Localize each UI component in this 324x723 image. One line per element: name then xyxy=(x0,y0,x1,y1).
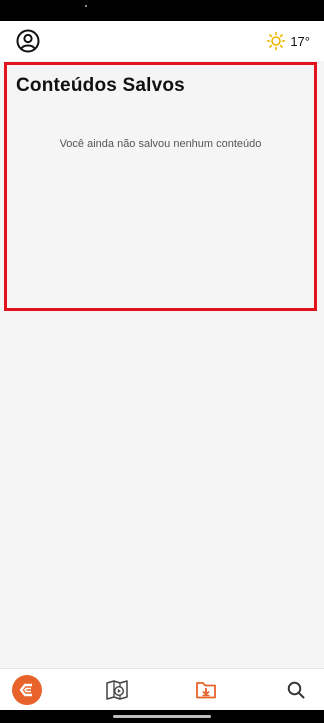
page-title: Conteúdos Salvos xyxy=(16,75,185,96)
home-gesture-pill[interactable] xyxy=(113,715,211,718)
weather-widget[interactable]: 17° xyxy=(266,29,310,53)
temperature-label: 17° xyxy=(290,33,310,49)
status-bar xyxy=(0,0,324,21)
status-indicator xyxy=(85,5,87,7)
nav-home-button[interactable] xyxy=(12,675,42,705)
search-icon xyxy=(287,681,305,699)
bottom-navigation xyxy=(0,668,324,710)
empty-state-message: Você ainda não salvou nenhum conteúdo xyxy=(59,138,262,150)
system-navigation-bar xyxy=(0,710,324,723)
app-logo-icon xyxy=(12,675,42,705)
app-header: 17° xyxy=(0,21,324,61)
nav-reader-button[interactable] xyxy=(102,675,132,705)
nav-saved-button[interactable] xyxy=(191,675,221,705)
profile-button[interactable] xyxy=(15,28,41,54)
book-play-icon xyxy=(106,680,128,700)
nav-search-button[interactable] xyxy=(281,675,311,705)
user-circle-icon xyxy=(16,29,40,53)
sun-icon xyxy=(267,31,286,51)
saved-content-section: Conteúdos Salvos Você ainda não salvou n… xyxy=(4,62,317,311)
download-folder-icon xyxy=(196,682,216,699)
